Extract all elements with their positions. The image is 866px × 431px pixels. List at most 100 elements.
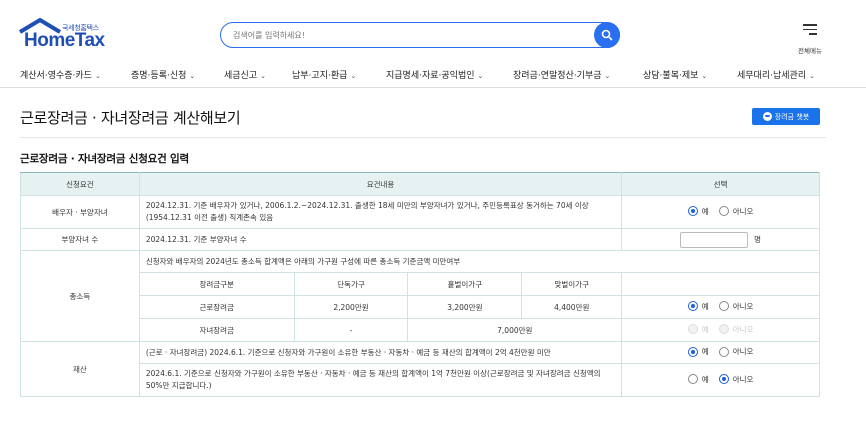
page-title: 근로장려금 · 자녀장려금 계산해보기 [20, 109, 241, 127]
column-header: 요건내용 [138, 172, 623, 196]
nav-item-label: 세금신고 [224, 71, 258, 81]
row-description: 2024.12.31. 기준 배우자가 있거나, 2006.1.2.~2024.… [138, 195, 623, 229]
nav-item-label: 계산서·영수증·카드 [20, 71, 92, 81]
radio-checked-icon [687, 301, 698, 312]
nav-item-certificates[interactable]: 증명·등록·신청 ⌄ [131, 68, 195, 81]
radio-label: 아니오 [732, 347, 754, 357]
radio-unchecked-icon [718, 301, 729, 312]
hamburger-icon [803, 24, 817, 35]
row-label: 재산 [20, 341, 140, 397]
child-income-no-radio[interactable]: 아니오 [718, 324, 754, 335]
nav-item-label: 장려금·연말정산·기부금 [513, 71, 602, 81]
logo-text: HomeTax [24, 30, 105, 51]
table-row: 부양자녀 수 2024.12.31. 기준 부양자녀 수 명 [20, 228, 820, 251]
income-cell: 2,200만원 [293, 295, 409, 319]
radio-unchecked-icon [718, 206, 729, 217]
assets2-no-radio[interactable]: 아니오 [718, 374, 754, 385]
search-input[interactable] [233, 27, 573, 43]
work-income-no-radio[interactable]: 아니오 [718, 301, 754, 312]
row-description: (근로 · 자녀장려금) 2024.6.1. 기준으로 신청자와 가구원이 소유… [138, 341, 623, 364]
radio-label: 아니오 [732, 374, 754, 384]
row-description: 2024.12.31. 기준 부양자녀 수 [138, 228, 623, 251]
empty-cell [621, 272, 820, 296]
table-row: 배우자 · 부양자녀 2024.12.31. 기준 배우자가 있거나, 2006… [20, 195, 820, 229]
nav-item-incentives[interactable]: 장려금·연말정산·기부금 ⌄ [513, 68, 610, 81]
radio-label: 예 [701, 324, 709, 334]
table-row: 자녀장려금 - 7,000만원 예 아니오 [21, 318, 820, 342]
all-menu-label: 전체메뉴 [798, 46, 822, 55]
nav-item-label: 세무대리·납세관리 [737, 71, 807, 81]
child-income-yes-radio[interactable]: 예 [687, 324, 709, 335]
chevron-down-icon: ⌄ [350, 72, 357, 80]
nav-item-statements[interactable]: 지급명세·자료·공익법인 ⌄ [386, 68, 483, 81]
radio-label: 예 [701, 374, 709, 384]
nav-item-tax-agent[interactable]: 세무대리·납세관리 ⌄ [737, 68, 815, 81]
nav-item-label: 납부·고지·환급 [292, 71, 348, 81]
income-cell: - [293, 318, 409, 342]
income-cell: 자녀장려금 [138, 318, 295, 342]
chevron-down-icon: ⌄ [604, 72, 611, 80]
table-row: 총소득 신청자와 배우자의 2024년도 총소득 합계액은 아래의 가구원 구성… [20, 250, 821, 342]
hometax-logo[interactable]: 국세청홈택스 HomeTax [18, 18, 118, 52]
site-header: 국세청홈택스 HomeTax 전체메뉴 [0, 0, 866, 62]
income-cell: 3,200만원 [407, 295, 523, 319]
radio-disabled-icon [687, 324, 698, 335]
divider [20, 137, 826, 138]
table-row: 2024.6.1. 기준으로 신청자와 가구원이 소유한 부동산 · 자동차 ·… [21, 363, 820, 397]
table-row: 장려금구분 단독가구 홑벌이가구 맞벌이가구 [21, 272, 820, 296]
assets2-radio-cell: 예 아니오 [621, 363, 820, 397]
chevron-down-icon: ⌄ [94, 72, 101, 80]
chevron-down-icon: ⌄ [477, 72, 484, 80]
assets1-no-radio[interactable]: 아니오 [718, 346, 754, 357]
nav-item-label: 지급명세·자료·공익법인 [386, 71, 475, 81]
radio-label: 예 [701, 206, 709, 216]
table-header-row: 신청요건 요건내용 선택 [20, 172, 820, 196]
radio-disabled-icon [718, 324, 729, 335]
radio-label: 아니오 [732, 301, 754, 311]
spouse-radio-cell: 예 아니오 [621, 195, 820, 229]
assets1-radio-cell: 예 아니오 [621, 341, 820, 364]
chevron-down-icon: ⌄ [809, 72, 815, 80]
row-label: 총소득 [20, 250, 140, 342]
income-subheader: 맞벌이가구 [521, 272, 623, 296]
spouse-no-radio[interactable]: 아니오 [718, 206, 754, 217]
radio-label: 예 [701, 301, 709, 311]
requirements-table: 신청요건 요건내용 선택 배우자 · 부양자녀 2024.12.31. 기준 배… [20, 172, 821, 397]
chatbot-button[interactable]: 장려금 챗봇 [752, 108, 820, 125]
nav-item-label: 증명·등록·신청 [131, 71, 187, 81]
nav-item-payment[interactable]: 납부·고지·환급 ⌄ [292, 68, 356, 81]
radio-label: 아니오 [732, 324, 754, 334]
unit-label: 명 [754, 234, 762, 244]
spouse-yes-radio[interactable]: 예 [687, 206, 709, 217]
search-button[interactable] [594, 22, 620, 48]
radio-label: 아니오 [732, 206, 754, 216]
radio-checked-icon [718, 374, 729, 385]
income-cell: 근로장려금 [138, 295, 295, 319]
radio-unchecked-icon [718, 346, 729, 357]
radio-label: 예 [701, 347, 709, 357]
income-subheader: 장려금구분 [138, 272, 295, 296]
children-count-input[interactable] [680, 231, 749, 248]
column-header: 신청요건 [20, 172, 140, 196]
income-cell: 4,400만원 [521, 295, 623, 319]
section-title: 근로장려금 · 자녀장려금 신청요건 입력 [20, 153, 189, 165]
row-description: 2024.6.1. 기준으로 신청자와 가구원이 소유한 부동산 · 자동차 ·… [138, 363, 623, 397]
row-label: 부양자녀 수 [20, 228, 140, 251]
assets2-yes-radio[interactable]: 예 [687, 374, 709, 385]
all-menu-button[interactable]: 전체메뉴 [792, 22, 828, 55]
row-label: 배우자 · 부양자녀 [20, 195, 140, 229]
main-nav: 계산서·영수증·카드 ⌄ 증명·등록·신청 ⌄ 세금신고 ⌄ 납부·고지·환급 ⌄ 지급… [0, 62, 866, 88]
chevron-down-icon: ⌄ [701, 72, 708, 80]
nav-item-invoices[interactable]: 계산서·영수증·카드 ⌄ [20, 68, 101, 81]
radio-checked-icon [687, 206, 698, 217]
row-description: 신청자와 배우자의 2024년도 총소득 합계액은 아래의 가구원 구성에 따른… [138, 250, 821, 273]
assets1-yes-radio[interactable]: 예 [687, 346, 709, 357]
nav-item-consult[interactable]: 상담·불복·제보 ⌄ [643, 68, 707, 81]
chatbot-icon [762, 112, 772, 121]
work-income-yes-radio[interactable]: 예 [687, 301, 709, 312]
radio-checked-icon [687, 346, 698, 357]
nav-item-tax-report[interactable]: 세금신고 ⌄ [224, 68, 266, 81]
children-count-cell: 명 [621, 228, 820, 251]
nav-item-label: 상담·불복·제보 [643, 71, 699, 81]
chevron-down-icon: ⌄ [260, 72, 266, 80]
